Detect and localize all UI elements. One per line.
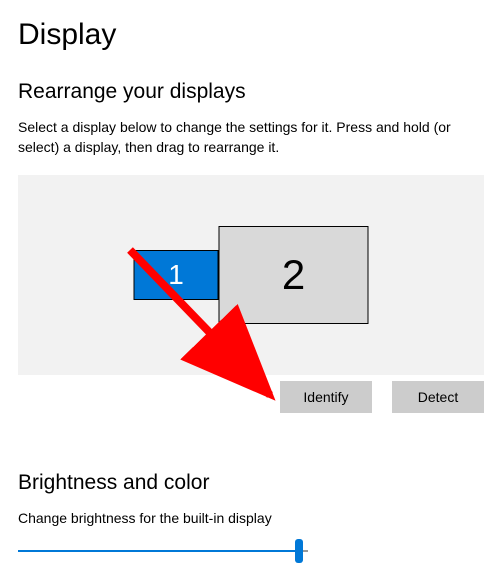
brightness-slider-label: Change brightness for the built-in displ… <box>18 509 484 529</box>
identify-button[interactable]: Identify <box>280 381 372 413</box>
page-title: Display <box>18 18 484 52</box>
monitor-1[interactable]: 1 <box>134 250 219 300</box>
brightness-slider[interactable] <box>18 539 308 563</box>
display-arrange-area[interactable]: 1 2 <box>18 175 484 375</box>
brightness-heading: Brightness and color <box>18 471 484 495</box>
rearrange-description: Select a display below to change the set… <box>18 118 484 157</box>
monitor-2[interactable]: 2 <box>219 226 369 324</box>
detect-button[interactable]: Detect <box>392 381 484 413</box>
slider-track-filled <box>18 550 299 552</box>
slider-thumb[interactable] <box>295 539 303 563</box>
rearrange-heading: Rearrange your displays <box>18 80 484 104</box>
